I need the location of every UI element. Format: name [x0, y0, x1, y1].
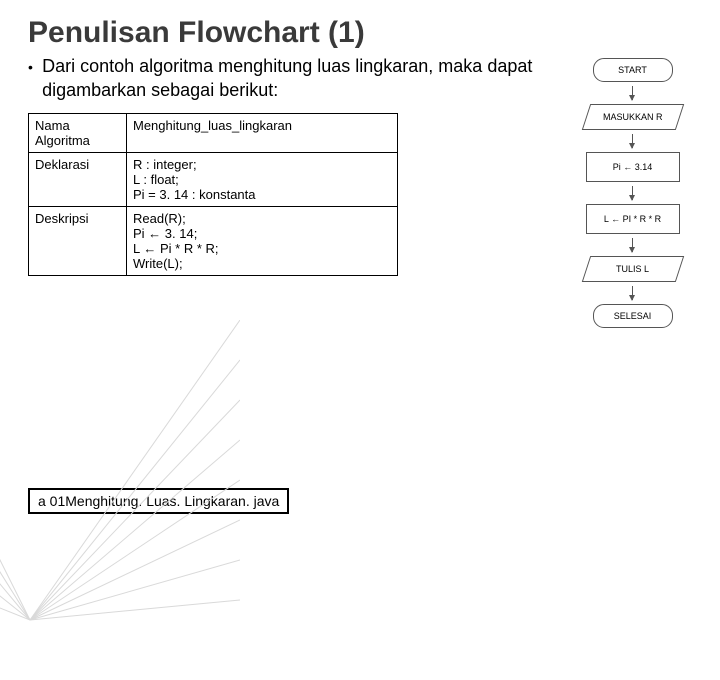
arrow-icon — [632, 134, 633, 148]
flowchart-process: Pi ← 3.14 — [586, 152, 680, 182]
arrow-icon — [632, 238, 633, 252]
row-value: Menghitung_luas_lingkaran — [127, 113, 398, 152]
flowchart: START MASUKKAN R Pi ← 3.14 L ← PI * R * … — [565, 54, 700, 332]
bullet-text: Dari contoh algoritma menghitung luas li… — [42, 54, 557, 103]
algorithm-table: Nama Algoritma Menghitung_luas_lingkaran… — [28, 113, 398, 276]
table-row: Deskripsi Read(R); Pi ← 3. 14; L ← Pi * … — [29, 206, 398, 275]
flowchart-output: TULIS L — [581, 256, 683, 282]
flowchart-process: L ← PI * R * R — [586, 204, 680, 234]
flowchart-start: START — [593, 58, 673, 82]
flowchart-end: SELESAI — [593, 304, 673, 328]
row-label: Nama Algoritma — [29, 113, 127, 152]
row-value: Read(R); Pi ← 3. 14; L ← Pi * R * R; Wri… — [127, 206, 398, 275]
row-value: R : integer; L : float; Pi = 3. 14 : kon… — [127, 152, 398, 206]
arrow-icon — [632, 186, 633, 200]
row-label: Deskripsi — [29, 206, 127, 275]
filename-box: a 01Menghitung. Luas. Lingkaran. java — [28, 488, 289, 514]
arrow-icon — [632, 86, 633, 100]
row-label: Deklarasi — [29, 152, 127, 206]
arrow-icon — [632, 286, 633, 300]
table-row: Deklarasi R : integer; L : float; Pi = 3… — [29, 152, 398, 206]
bullet-icon: • — [28, 54, 42, 103]
flowchart-input: MASUKKAN R — [581, 104, 683, 130]
slide-title: Penulisan Flowchart (1) — [0, 0, 720, 54]
table-row: Nama Algoritma Menghitung_luas_lingkaran — [29, 113, 398, 152]
